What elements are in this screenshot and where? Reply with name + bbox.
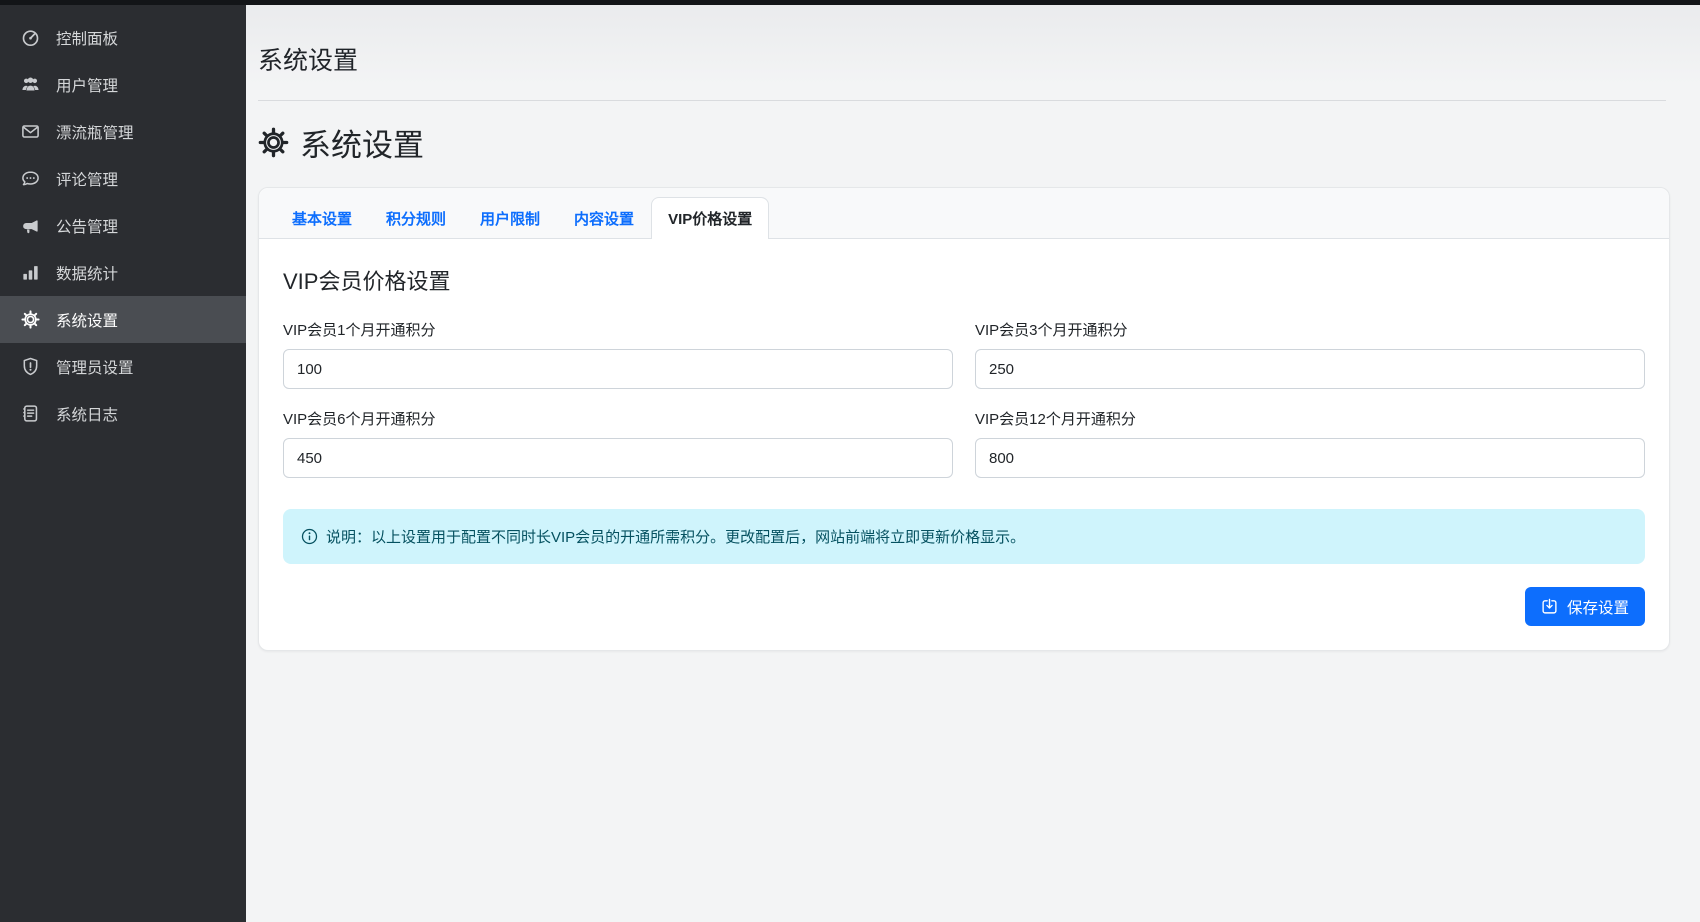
tab-vip-price-settings[interactable]: VIP价格设置 (651, 197, 769, 239)
tab-content-settings[interactable]: 内容设置 (557, 197, 651, 239)
shield-exclamation-icon (21, 357, 40, 376)
tab-points-rules[interactable]: 积分规则 (369, 197, 463, 239)
vip-1-month-input[interactable] (283, 349, 953, 389)
form-actions: 保存设置 (283, 587, 1645, 626)
gear-icon (21, 310, 40, 329)
sidebar-item-statistics[interactable]: 数据统计 (0, 249, 246, 296)
vip-3-month-input[interactable] (975, 349, 1645, 389)
sidebar-item-label: 系统设置 (56, 309, 118, 331)
save-button-label: 保存设置 (1567, 596, 1629, 618)
tab-user-limits[interactable]: 用户限制 (463, 197, 557, 239)
save-button[interactable]: 保存设置 (1525, 587, 1645, 626)
sidebar-item-announcements[interactable]: 公告管理 (0, 202, 246, 249)
field-label: VIP会员3个月开通积分 (975, 319, 1645, 340)
field-vip-3-month: VIP会员3个月开通积分 (975, 319, 1645, 389)
sidebar-item-comments[interactable]: 评论管理 (0, 155, 246, 202)
sidebar-item-system-logs[interactable]: 系统日志 (0, 390, 246, 437)
vip-6-month-input[interactable] (283, 438, 953, 478)
sidebar-item-label: 评论管理 (56, 168, 118, 190)
sidebar-item-label: 控制面板 (56, 27, 118, 49)
app-layout: 控制面板 用户管理 漂流瓶管理 评论管理 公告管理 数据统计 系统设置 管理员 (0, 5, 1700, 922)
sidebar-item-label: 数据统计 (56, 262, 118, 284)
main-content: 系统设置 系统设置 基本设置 积分规则 用户限制 内容设置 VIP价格设置 VI… (246, 5, 1700, 922)
chat-dots-icon (21, 169, 40, 188)
info-alert-text: 说明：以上设置用于配置不同时长VIP会员的开通所需积分。更改配置后，网站前端将立… (326, 526, 1025, 547)
sidebar-item-label: 管理员设置 (56, 356, 134, 378)
sidebar-item-label: 漂流瓶管理 (56, 121, 134, 143)
breadcrumb-title: 系统设置 (258, 41, 1670, 77)
tab-basic-settings[interactable]: 基本设置 (275, 197, 369, 239)
envelope-icon (21, 122, 40, 141)
vip-price-form: VIP会员1个月开通积分 VIP会员3个月开通积分 VIP会员6个月开通积分 V… (283, 319, 1645, 478)
sidebar-item-label: 公告管理 (56, 215, 118, 237)
settings-card: 基本设置 积分规则 用户限制 内容设置 VIP价格设置 VIP会员价格设置 VI… (258, 187, 1670, 651)
sidebar-item-users[interactable]: 用户管理 (0, 61, 246, 108)
bar-chart-icon (21, 263, 40, 282)
vip-12-month-input[interactable] (975, 438, 1645, 478)
save-icon (1541, 598, 1558, 615)
gear-icon (258, 127, 289, 158)
info-circle-icon (301, 528, 318, 545)
section-title: VIP会员价格设置 (283, 264, 1645, 296)
tab-panel-vip-price: VIP会员价格设置 VIP会员1个月开通积分 VIP会员3个月开通积分 VIP会… (259, 239, 1669, 650)
field-vip-12-month: VIP会员12个月开通积分 (975, 408, 1645, 478)
info-alert: 说明：以上设置用于配置不同时长VIP会员的开通所需积分。更改配置后，网站前端将立… (283, 509, 1645, 564)
speedometer-icon (21, 28, 40, 47)
sidebar: 控制面板 用户管理 漂流瓶管理 评论管理 公告管理 数据统计 系统设置 管理员 (0, 5, 246, 922)
field-label: VIP会员6个月开通积分 (283, 408, 953, 429)
field-label: VIP会员1个月开通积分 (283, 319, 953, 340)
sidebar-item-label: 系统日志 (56, 403, 118, 425)
field-label: VIP会员12个月开通积分 (975, 408, 1645, 429)
sidebar-item-dashboard[interactable]: 控制面板 (0, 14, 246, 61)
megaphone-icon (21, 216, 40, 235)
sidebar-item-system-settings[interactable]: 系统设置 (0, 296, 246, 343)
sidebar-item-admin-settings[interactable]: 管理员设置 (0, 343, 246, 390)
settings-tabs: 基本设置 积分规则 用户限制 内容设置 VIP价格设置 (259, 188, 1669, 239)
field-vip-1-month: VIP会员1个月开通积分 (283, 319, 953, 389)
sidebar-item-bottles[interactable]: 漂流瓶管理 (0, 108, 246, 155)
users-icon (21, 75, 40, 94)
page-title-text: 系统设置 (300, 120, 424, 165)
field-vip-6-month: VIP会员6个月开通积分 (283, 408, 953, 478)
page-title: 系统设置 (258, 120, 1670, 165)
journal-icon (21, 404, 40, 423)
header-divider (258, 100, 1666, 101)
sidebar-item-label: 用户管理 (56, 74, 118, 96)
